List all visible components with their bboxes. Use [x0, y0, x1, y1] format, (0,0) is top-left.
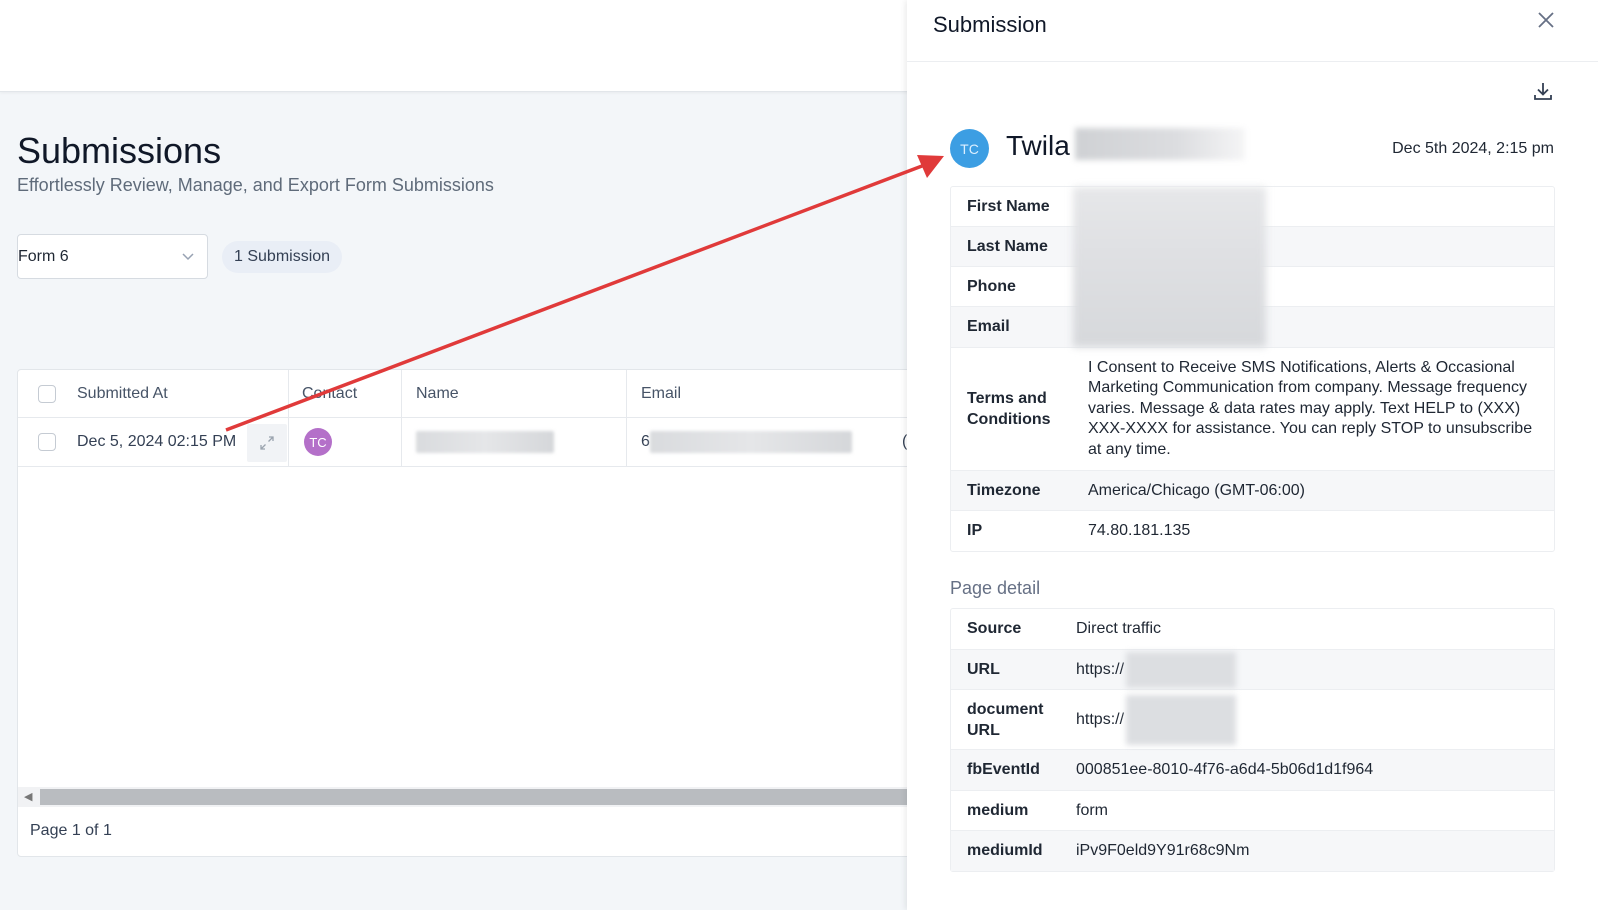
contact-name[interactable]: Twila — [1006, 130, 1070, 162]
document-url-value[interactable]: https:// — [1076, 711, 1124, 729]
field-key: Timezone — [967, 481, 1041, 499]
field-key: IP — [967, 522, 983, 539]
pagination-label: Page 1 of 1 — [30, 822, 112, 839]
row-checkbox[interactable] — [38, 433, 56, 451]
download-icon[interactable] — [1532, 80, 1554, 102]
detail-row: Source Direct traffic — [951, 609, 1554, 650]
detail-value: Direct traffic — [1076, 620, 1162, 637]
drawer-title: Submission — [933, 12, 1047, 37]
table-header: Submitted At Contact Name Email — [18, 370, 916, 418]
redacted-url — [1126, 694, 1237, 745]
row-email: 6 — [641, 418, 852, 466]
field-value: I Consent to Receive SMS Notifications, … — [1088, 358, 1533, 458]
page-detail-heading: Page detail — [950, 578, 1041, 598]
detail-value: https:// — [1076, 650, 1554, 689]
detail-key: fbEventId — [967, 761, 1040, 778]
chevron-down-icon — [182, 253, 194, 261]
redacted-name — [416, 431, 554, 453]
contact-avatar[interactable]: TC — [304, 428, 332, 456]
select-all-cell[interactable] — [38, 370, 56, 417]
detail-row: URL https:// — [951, 650, 1554, 690]
scrollbar-thumb[interactable] — [40, 789, 916, 805]
field-key: Terms and Conditions — [967, 390, 1051, 428]
page-title: Submissions — [17, 130, 222, 171]
field-key: Phone — [967, 277, 1016, 295]
table-row[interactable]: Dec 5, 2024 02:15 PM TC 6 ( — [18, 418, 916, 467]
redacted-last-name — [1075, 128, 1245, 160]
detail-value: https:// — [1076, 690, 1554, 749]
row-name — [416, 418, 554, 466]
detail-value: iPv9F0eld9Y91r68c9Nm — [1076, 842, 1250, 859]
detail-row: fbEventId 000851ee-8010-4f76-a6d4-5b06d1… — [951, 750, 1554, 791]
field-value: America/Chicago (GMT-06:00) — [1088, 481, 1305, 499]
header-email[interactable]: Email — [641, 370, 681, 417]
page-detail-table: Source Direct traffic URL https:// docum… — [950, 608, 1555, 872]
header-contact[interactable]: Contact — [302, 370, 357, 417]
field-row: IP 74.80.181.135 — [951, 511, 1554, 551]
detail-value: form — [1076, 801, 1108, 819]
field-key: Last Name — [967, 237, 1048, 255]
close-icon[interactable] — [1536, 10, 1556, 30]
scroll-left-icon[interactable]: ◀ — [24, 790, 32, 803]
header-name[interactable]: Name — [416, 370, 459, 417]
submission-date: Dec 5th 2024, 2:15 pm — [1392, 140, 1554, 157]
url-value[interactable]: https:// — [1076, 661, 1124, 679]
horizontal-scrollbar[interactable]: ◀ — [18, 787, 916, 807]
contact-avatar-large[interactable]: TC — [950, 129, 989, 168]
row-submitted-at: Dec 5, 2024 02:15 PM — [77, 433, 237, 450]
detail-key: document URL — [967, 700, 1044, 739]
detail-key: mediumId — [967, 842, 1043, 859]
form-select[interactable]: Form 6 — [17, 234, 208, 279]
detail-key: Source — [967, 620, 1022, 637]
drawer-header: Submission — [907, 0, 1598, 62]
expand-icon — [260, 436, 274, 450]
select-all-checkbox[interactable] — [38, 384, 56, 403]
redacted-values — [1073, 187, 1266, 347]
submission-drawer: Submission TC Twila Dec 5th 2024, 2:15 p… — [907, 0, 1598, 910]
row-select-cell[interactable] — [38, 418, 56, 466]
row-contact[interactable]: TC — [304, 418, 332, 466]
field-row: Terms and Conditions I Consent to Receiv… — [951, 348, 1554, 471]
redacted-url — [1126, 651, 1237, 688]
detail-row: document URL https:// — [951, 690, 1554, 750]
form-select-value: Form 6 — [18, 247, 69, 265]
redacted-email — [649, 431, 852, 453]
submissions-table: Submitted At Contact Name Email Dec 5, 2… — [17, 369, 917, 857]
field-row: Timezone America/Chicago (GMT-06:00) — [951, 471, 1554, 511]
field-key: First Name — [967, 197, 1050, 215]
detail-key: medium — [967, 801, 1029, 819]
submission-fields-table: First Name Last Name Phone Email Terms a… — [950, 186, 1555, 552]
row-email-prefix: 6 — [641, 433, 650, 450]
detail-row: mediumId iPv9F0eld9Y91r68c9Nm — [951, 831, 1554, 871]
field-value: 74.80.181.135 — [1088, 522, 1191, 539]
detail-key: URL — [967, 660, 1000, 678]
detail-row: medium form — [951, 791, 1554, 831]
header-submitted-at[interactable]: Submitted At — [77, 370, 168, 417]
detail-value: 000851ee-8010-4f76-a6d4-5b06d1d1f964 — [1076, 761, 1374, 778]
page-subtitle: Effortlessly Review, Manage, and Export … — [17, 175, 494, 195]
field-key: Email — [967, 318, 1010, 335]
expand-button[interactable] — [247, 424, 287, 462]
submission-count-badge: 1 Submission — [222, 241, 343, 273]
